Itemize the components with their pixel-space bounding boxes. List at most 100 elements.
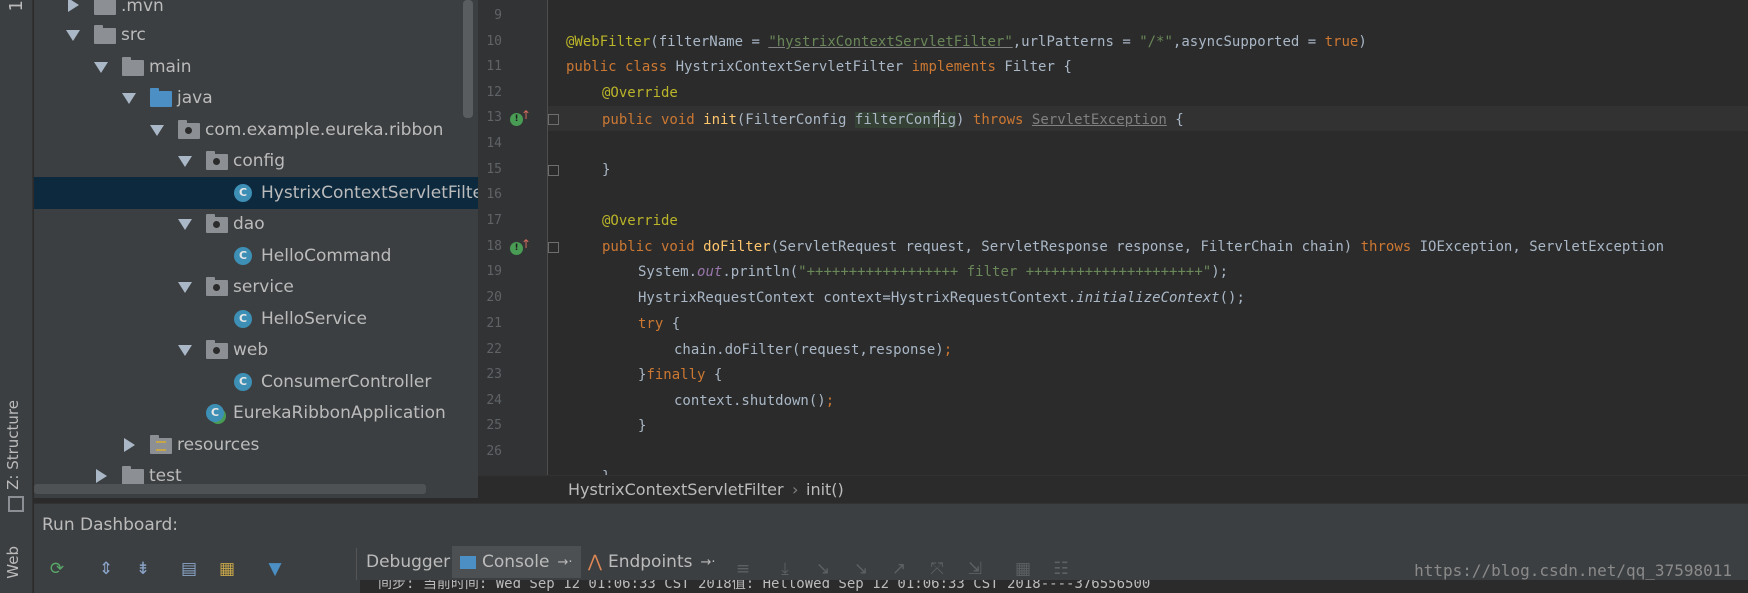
- run-to-cursor-icon[interactable]: ⇲: [962, 556, 988, 582]
- project-tool-tab[interactable]: 1: [6, 0, 27, 11]
- code-line-12: @Override: [602, 85, 678, 101]
- tab-console[interactable]: Console →·: [452, 546, 581, 578]
- breadcrumb-class[interactable]: HystrixContextServletFilter: [568, 480, 784, 499]
- tree-vertical-scrollbar[interactable]: [463, 0, 473, 118]
- collapse-arrow-icon[interactable]: [150, 125, 164, 136]
- tree-item-consumer-controller[interactable]: C ConsumerController: [34, 366, 478, 398]
- tree-item-dao[interactable]: dao: [34, 208, 478, 240]
- tree-item-hello-command[interactable]: C HelloCommand: [34, 240, 478, 272]
- folder-icon: [122, 57, 144, 76]
- breadcrumb-separator: ›: [792, 480, 799, 499]
- step-into-icon[interactable]: ↘: [810, 556, 836, 582]
- pin-arrow-icon: →·: [557, 554, 573, 570]
- show-execution-point-icon[interactable]: ≡: [730, 556, 756, 582]
- group-by-type-icon[interactable]: ▦: [214, 556, 240, 582]
- left-tool-strip: 1 Z: Structure Web: [0, 0, 33, 593]
- code-line-10: @WebFilter(filterName = "hystrixContextS…: [566, 34, 1367, 50]
- breadcrumb-method[interactable]: init(): [806, 480, 844, 499]
- collapse-arrow-icon[interactable]: [178, 219, 192, 230]
- code-line-18: public void doFilter(ServletRequest requ…: [602, 239, 1665, 255]
- tree-horizontal-scrollbar[interactable]: [34, 484, 426, 494]
- endpoints-icon: ⋀: [588, 552, 602, 572]
- code-line-20: HystrixRequestContext context=HystrixReq…: [638, 290, 1245, 306]
- code-line-13: public void init(FilterConfig filterConf…: [602, 110, 1184, 128]
- collapse-all-icon[interactable]: ⇟: [130, 556, 156, 582]
- step-out-icon[interactable]: ↗: [886, 556, 912, 582]
- folder-icon: [94, 0, 116, 15]
- package-icon: [206, 214, 228, 233]
- implements-arrow-icon[interactable]: ↑: [521, 237, 531, 251]
- code-line-15: }: [602, 162, 611, 178]
- web-tool-tab[interactable]: Web: [4, 546, 22, 579]
- filter-icon[interactable]: ▼: [262, 556, 288, 582]
- code-line-19: System.out.println("++++++++++++++++++ f…: [638, 264, 1229, 280]
- code-line-22: chain.doFilter(request,response);: [674, 342, 953, 358]
- project-tree: .mvn src main java com.example.eureka.ri…: [34, 0, 478, 498]
- tree-item-package[interactable]: com.example.eureka.ribbon: [34, 114, 478, 146]
- class-icon: C: [234, 373, 252, 391]
- console-line: 间步: 当前时间: Wed Sep 12 01:06:33 CST 2018值:…: [378, 580, 1151, 592]
- collapse-arrow-icon[interactable]: [178, 282, 192, 293]
- collapse-arrow-icon[interactable]: [66, 30, 80, 41]
- tree-item-src[interactable]: src: [34, 19, 478, 51]
- fold-marker-icon[interactable]: [548, 165, 559, 176]
- collapse-arrow-icon[interactable]: [122, 93, 136, 104]
- code-line-23: }finally {: [638, 367, 723, 383]
- folder-icon: [122, 466, 144, 485]
- collapse-arrow-icon[interactable]: [94, 62, 108, 73]
- toolbar-separator: [356, 548, 357, 580]
- structure-tool-tab[interactable]: Z: Structure: [4, 400, 22, 490]
- expand-arrow-icon[interactable]: [124, 438, 135, 452]
- force-step-into-icon[interactable]: ↘: [848, 556, 874, 582]
- resources-folder-icon: [150, 435, 172, 454]
- package-icon: [206, 340, 228, 359]
- collapse-arrow-icon[interactable]: [178, 345, 192, 356]
- tree-item-eureka-application[interactable]: C EurekaRibbonApplication: [34, 397, 478, 429]
- class-icon: C: [234, 184, 252, 202]
- watermark: https://blog.csdn.net/qq_37598011: [1414, 561, 1732, 580]
- tree-item-java[interactable]: java: [34, 82, 478, 114]
- folder-icon: [94, 25, 116, 44]
- run-dashboard-title: Run Dashboard:: [42, 515, 178, 535]
- breadcrumb: HystrixContextServletFilter › init(): [478, 475, 1748, 503]
- package-icon: [206, 151, 228, 170]
- expand-arrow-icon[interactable]: [68, 0, 79, 12]
- fold-marker-icon[interactable]: [548, 242, 559, 253]
- tree-item-resources[interactable]: resources: [34, 429, 478, 461]
- step-over-icon[interactable]: ⤓: [772, 556, 798, 582]
- tree-item-main[interactable]: main: [34, 51, 478, 83]
- expand-all-icon[interactable]: ⇕: [93, 556, 119, 582]
- evaluate-expression-icon[interactable]: ▦: [1010, 556, 1036, 582]
- structure-icon: [8, 496, 24, 512]
- fold-marker-icon[interactable]: [548, 114, 559, 125]
- code-line-24: context.shutdown();: [674, 393, 835, 409]
- spring-boot-class-icon: C: [206, 404, 224, 422]
- tab-endpoints[interactable]: ⋀ Endpoints →·: [584, 546, 720, 578]
- trace-stream-icon[interactable]: ☷: [1048, 556, 1074, 582]
- implements-arrow-icon[interactable]: ↑: [521, 108, 531, 122]
- class-icon: C: [234, 247, 252, 265]
- tree-item-hystrix-filter[interactable]: C HystrixContextServletFilter: [34, 177, 478, 209]
- code-line-11: public class HystrixContextServletFilter…: [566, 59, 1072, 75]
- class-icon: C: [234, 310, 252, 328]
- collapse-arrow-icon[interactable]: [178, 156, 192, 167]
- rerun-icon[interactable]: ⟳: [44, 556, 70, 582]
- tree-item-config[interactable]: config: [34, 145, 478, 177]
- expand-arrow-icon[interactable]: [96, 469, 107, 483]
- package-icon: [206, 277, 228, 296]
- source-folder-icon: [150, 88, 172, 107]
- group-by-icon[interactable]: ▤: [176, 556, 202, 582]
- package-icon: [178, 120, 200, 139]
- tree-item-hello-service[interactable]: C HelloService: [34, 303, 478, 335]
- tree-item-web[interactable]: web: [34, 334, 478, 366]
- drop-frame-icon[interactable]: ⤧: [924, 556, 950, 582]
- tab-debugger[interactable]: Debugger: [362, 546, 454, 578]
- code-line-17: @Override: [602, 213, 678, 229]
- code-line-21: try {: [638, 316, 681, 332]
- console-icon: [460, 555, 476, 569]
- run-dashboard-header: Run Dashboard:: [34, 503, 1748, 543]
- pin-arrow-icon: →·: [700, 554, 716, 570]
- tree-item-service[interactable]: service: [34, 271, 478, 303]
- console-output[interactable]: 间步: 当前时间: Wed Sep 12 01:06:33 CST 2018值:…: [360, 580, 1748, 593]
- code-line-25: }: [638, 418, 647, 434]
